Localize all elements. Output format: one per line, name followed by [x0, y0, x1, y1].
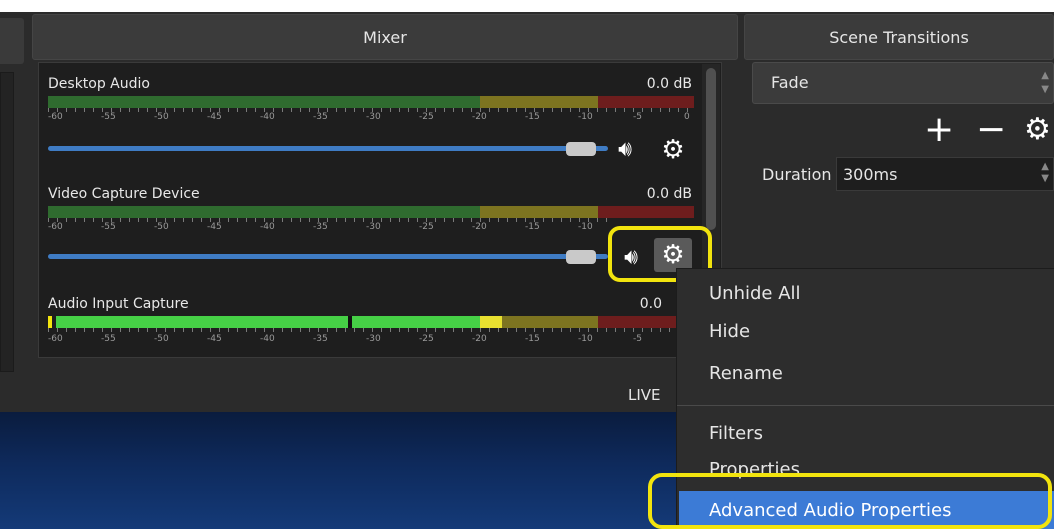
speaker-icon[interactable]: 🔊︎ [610, 136, 640, 164]
scale-label: -30 [366, 334, 381, 344]
chevron-updown-icon: ▲ ▼ [1041, 70, 1049, 95]
channel-name-audio-input: Audio Input Capture [48, 296, 189, 312]
scale-label: -35 [313, 222, 328, 232]
live-status: LIVE [628, 386, 661, 404]
scale-label: -20 [472, 222, 487, 232]
scale-label: -40 [260, 334, 275, 344]
scale-label: -10 [578, 222, 593, 232]
scale-label: -25 [419, 112, 434, 122]
scale-label: -40 [260, 222, 275, 232]
scale-label: -45 [207, 334, 222, 344]
scale-label: -45 [207, 222, 222, 232]
meter-scale-desktop-audio: -60 -55 -50 -45 -40 -35 -30 -25 -20 -15 … [48, 112, 694, 124]
scale-label: -30 [366, 112, 381, 122]
scale-label: -20 [472, 334, 487, 344]
scale-label: -40 [260, 112, 275, 122]
volume-meter-video-capture [48, 206, 694, 218]
menu-item-rename[interactable]: Rename [709, 363, 783, 384]
scale-label: -35 [313, 334, 328, 344]
menu-item-filters[interactable]: Filters [709, 423, 763, 444]
scale-label: -10 [578, 334, 593, 344]
scale-label: 0 [684, 112, 690, 122]
channel-level-audio-input: 0.0 [639, 296, 662, 312]
meter-scale-audio-input: -60 -55 -50 -45 -40 -35 -30 -25 -20 -15 … [48, 334, 678, 346]
volume-meter-audio-input [48, 316, 678, 328]
highlight-annotation [648, 473, 1052, 529]
scale-label: -45 [207, 112, 222, 122]
scale-label: -60 [48, 222, 63, 232]
top-border [0, 0, 1054, 12]
spinner-icon[interactable]: ▲ ▼ [1041, 161, 1049, 185]
scale-label: -50 [154, 112, 169, 122]
scale-label: -15 [525, 222, 540, 232]
scale-label: -5 [633, 112, 642, 122]
transitions-dock-title[interactable]: Scene Transitions [744, 14, 1054, 60]
left-dock-header[interactable] [0, 18, 24, 64]
channel-level-video-capture: 0.0 dB [646, 186, 692, 202]
left-dock [0, 14, 28, 394]
meter-scale-video-capture: -60 -55 -50 -45 -40 -35 -30 -25 -20 -15 … [48, 222, 608, 234]
duration-label: Duration [762, 165, 832, 184]
scale-label: -55 [101, 222, 116, 232]
transition-select[interactable]: Fade ▲ ▼ [752, 62, 1054, 104]
scale-label: -60 [48, 334, 63, 344]
plus-icon[interactable]: + [924, 112, 954, 148]
volume-slider-handle-desktop-audio[interactable] [566, 142, 596, 156]
scale-label: -15 [525, 112, 540, 122]
scale-label: -55 [101, 112, 116, 122]
volume-slider-desktop-audio[interactable] [48, 146, 608, 151]
volume-slider-video-capture[interactable] [48, 254, 608, 259]
menu-separator [677, 405, 1054, 406]
volume-meter-desktop-audio [48, 96, 694, 108]
scale-label: -25 [419, 334, 434, 344]
duration-input[interactable]: 300ms ▲ ▼ [836, 157, 1054, 191]
scale-label: -60 [48, 112, 63, 122]
transition-selected: Fade [771, 73, 809, 92]
gear-icon[interactable]: ⚙︎ [656, 134, 690, 166]
channel-name-desktop-audio: Desktop Audio [48, 76, 150, 92]
scale-label: -30 [366, 222, 381, 232]
mixer-dock-title[interactable]: Mixer [32, 14, 738, 60]
scale-label: -50 [154, 334, 169, 344]
mixer-scrollbar-thumb[interactable] [706, 68, 716, 230]
scale-label: -20 [472, 112, 487, 122]
meter-ticks-audio-input [48, 328, 678, 332]
menu-item-unhide-all[interactable]: Unhide All [709, 283, 801, 304]
channel-level-desktop-audio: 0.0 dB [646, 76, 692, 92]
mixer-title: Mixer [363, 27, 407, 47]
gear-icon[interactable]: ⚙︎ [1024, 112, 1051, 148]
scale-label: -35 [313, 112, 328, 122]
scale-label: -25 [419, 222, 434, 232]
scale-label: -55 [101, 334, 116, 344]
left-dock-body [0, 72, 14, 372]
channel-name-video-capture: Video Capture Device [48, 186, 200, 202]
scale-label: -50 [154, 222, 169, 232]
scale-label: -5 [633, 334, 642, 344]
transitions-title: Scene Transitions [829, 27, 969, 47]
scale-label: -15 [525, 334, 540, 344]
menu-item-hide[interactable]: Hide [709, 321, 750, 342]
duration-value: 300ms [843, 165, 898, 184]
minus-icon[interactable]: − [976, 112, 1006, 148]
obs-window: Mixer Scene Transitions Desktop Audio 0.… [0, 0, 1054, 529]
scale-label: -10 [578, 112, 593, 122]
volume-slider-handle-video-capture[interactable] [566, 250, 596, 264]
